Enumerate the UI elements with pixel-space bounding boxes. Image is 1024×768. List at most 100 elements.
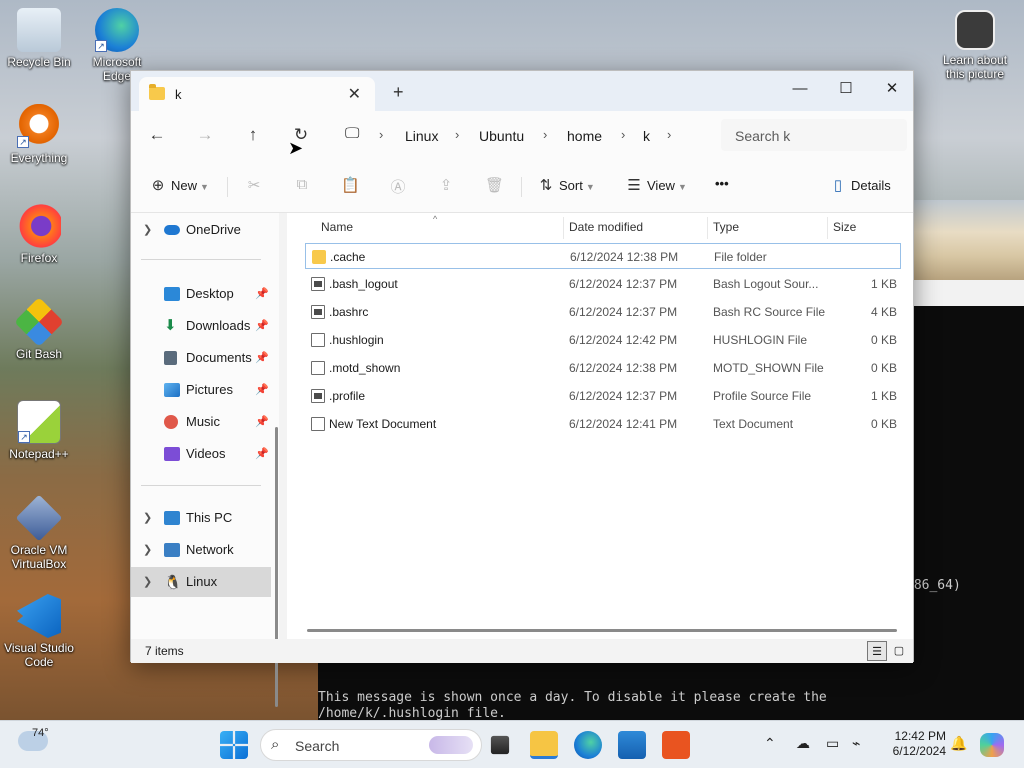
sidebar-item-videos[interactable]: Videos 📌 [131, 439, 271, 469]
sidebar-scrollbar[interactable] [275, 427, 278, 707]
weather-temperature[interactable]: 74° [32, 727, 49, 739]
details-button[interactable]: ▯ Details [829, 176, 891, 194]
column-header-size[interactable]: Size [833, 213, 856, 241]
sidebar-item-music[interactable]: Music 📌 [131, 407, 271, 437]
pin-icon[interactable]: 📌 [255, 343, 269, 373]
chevron-right-icon[interactable]: ❯ [143, 535, 152, 565]
sidebar-item-desktop[interactable]: Desktop 📌 [131, 279, 271, 309]
breadcrumb-ubuntu[interactable]: Ubuntu [479, 128, 524, 144]
chevron-right-icon[interactable]: ❯ [143, 215, 152, 245]
breadcrumb-k[interactable]: k [643, 128, 650, 144]
back-button[interactable]: ← [143, 123, 171, 147]
copy-button[interactable]: ⧉ [293, 176, 315, 193]
sidebar-item-label: Downloads [186, 318, 251, 333]
cut-button[interactable]: ✂ [245, 176, 267, 194]
view-button[interactable]: ☰ View ▼ [625, 176, 687, 194]
desktop-icon-label: Firefox [20, 251, 58, 265]
column-divider[interactable] [563, 217, 564, 239]
sidebar-item-network[interactable]: ❯ Network [131, 535, 271, 565]
sort-button[interactable]: ⇅ Sort ▼ [537, 176, 595, 194]
new-button[interactable]: ⊕ New ▼ [149, 176, 209, 194]
pin-icon[interactable]: 📌 [255, 375, 269, 405]
sidebar-item-linux[interactable]: ❯ 🐧 Linux [131, 567, 271, 597]
minimize-button[interactable]: — [777, 75, 823, 103]
rename-button[interactable]: Ⓐ [389, 176, 411, 197]
horizontal-scrollbar[interactable] [307, 629, 897, 632]
chevron-up-icon[interactable]: ⌃ [764, 735, 776, 752]
column-header-type[interactable]: Type [713, 213, 739, 241]
learn-about-picture-label: Learn about this picture [942, 53, 1008, 81]
pin-icon[interactable]: 📌 [255, 279, 269, 309]
file-row-new-text-document[interactable]: New Text Document 6/12/2024 12:41 PM Tex… [305, 411, 901, 437]
file-row-hushlogin[interactable]: .hushlogin 6/12/2024 12:42 PM HUSHLOGIN … [305, 327, 901, 353]
sidebar-item-onedrive[interactable]: ❯ OneDrive [131, 215, 271, 245]
chevron-right-icon[interactable]: › [455, 127, 459, 142]
pin-icon[interactable]: 📌 [255, 407, 269, 437]
pin-icon[interactable]: 📌 [255, 311, 269, 341]
file-explorer-taskbar-icon[interactable] [530, 731, 558, 759]
sidebar-item-pictures[interactable]: Pictures 📌 [131, 375, 271, 405]
desktop-icon-recycle-bin[interactable]: Recycle Bin [0, 8, 78, 69]
desktop-icon-everything[interactable]: ↗ Everything [0, 104, 78, 165]
forward-button[interactable]: → [191, 123, 219, 147]
cloud-offline-icon[interactable]: ☁ [796, 735, 810, 752]
start-windows-icon[interactable] [220, 731, 248, 759]
taskbar-search-box[interactable]: ⌕ Search [260, 729, 482, 761]
chevron-right-icon[interactable]: › [543, 127, 547, 142]
file-size: 4 KB [870, 305, 897, 319]
file-row-bash-logout[interactable]: .bash_logout 6/12/2024 12:37 PM Bash Log… [305, 271, 901, 297]
notification-icon[interactable]: 🔔 [950, 735, 967, 752]
maximize-button[interactable]: ☐ [823, 75, 869, 103]
search-input[interactable]: Search k [721, 119, 907, 151]
music-icon [164, 415, 178, 429]
close-window-button[interactable]: ✕ [869, 75, 915, 103]
desktop-icon-vscode[interactable]: Visual Studio Code [0, 594, 78, 669]
chevron-right-icon[interactable]: ❯ [143, 503, 152, 533]
column-header-name[interactable]: Name [321, 213, 353, 241]
file-row-bashrc[interactable]: .bashrc 6/12/2024 12:37 PM Bash RC Sourc… [305, 299, 901, 325]
system-clock[interactable]: 12:42 PM 6/12/2024 [882, 729, 946, 759]
chevron-right-icon[interactable]: › [621, 127, 625, 142]
column-divider[interactable] [827, 217, 828, 239]
desktop-icon-firefox[interactable]: Firefox [0, 204, 78, 265]
desktop-icon-virtualbox[interactable]: Oracle VM VirtualBox [0, 494, 78, 571]
chevron-right-icon[interactable]: › [379, 127, 383, 142]
monitor-icon[interactable]: 🖵 [345, 125, 359, 142]
sidebar-item-downloads[interactable]: ⬇ Downloads 📌 [131, 311, 271, 341]
file-row-cache[interactable]: .cache 6/12/2024 12:38 PM File folder [305, 243, 901, 269]
file-row-profile[interactable]: .profile 6/12/2024 12:37 PM Profile Sour… [305, 383, 901, 409]
chevron-right-icon[interactable]: ❯ [143, 567, 152, 597]
delete-button[interactable]: 🗑 [485, 176, 507, 194]
edge-icon: ↗ [95, 8, 139, 52]
tab-k[interactable]: k ✕ [139, 77, 375, 111]
chevron-right-icon[interactable]: › [667, 127, 671, 142]
edge-taskbar-icon[interactable] [574, 731, 602, 759]
breadcrumb-linux[interactable]: Linux [405, 128, 438, 144]
sidebar-item-documents[interactable]: Documents 📌 [131, 343, 271, 373]
new-tab-button[interactable]: + [393, 82, 404, 103]
desktop-icon-git-bash[interactable]: Git Bash [0, 297, 78, 361]
sidebar-item-this-pc[interactable]: ❯ This PC [131, 503, 271, 533]
network-status-icon[interactable]: ⌁ [852, 735, 860, 752]
desktop-learn-about-picture[interactable]: Learn about this picture [936, 10, 1014, 81]
file-row-motd-shown[interactable]: .motd_shown 6/12/2024 12:38 PM MOTD_SHOW… [305, 355, 901, 381]
column-header-date[interactable]: Date modified [569, 213, 643, 241]
pin-icon[interactable]: 📌 [255, 439, 269, 469]
display-icon[interactable]: ▭ [826, 735, 839, 752]
task-view-icon[interactable] [490, 735, 510, 755]
divider [521, 177, 522, 197]
details-view-button[interactable]: ☰ [867, 641, 887, 661]
copilot-icon[interactable] [980, 733, 1004, 757]
breadcrumb-home[interactable]: home [567, 128, 602, 144]
tiles-view-button[interactable]: ▢ [889, 641, 909, 661]
up-button[interactable]: ↑ [239, 123, 267, 147]
column-divider[interactable] [707, 217, 708, 239]
ubuntu-icon[interactable] [662, 731, 690, 759]
store-icon[interactable] [618, 731, 646, 759]
paste-button[interactable]: 📋 [341, 176, 363, 194]
more-options-button[interactable]: ••• [715, 176, 729, 191]
close-tab-icon[interactable]: ✕ [348, 84, 361, 104]
address-bar[interactable]: 🖵 › Linux › Ubuntu › home › k › [331, 119, 711, 151]
desktop-icon-notepad-plus-plus[interactable]: ↗ Notepad++ [0, 400, 78, 461]
share-button[interactable]: ⇪ [437, 176, 459, 194]
